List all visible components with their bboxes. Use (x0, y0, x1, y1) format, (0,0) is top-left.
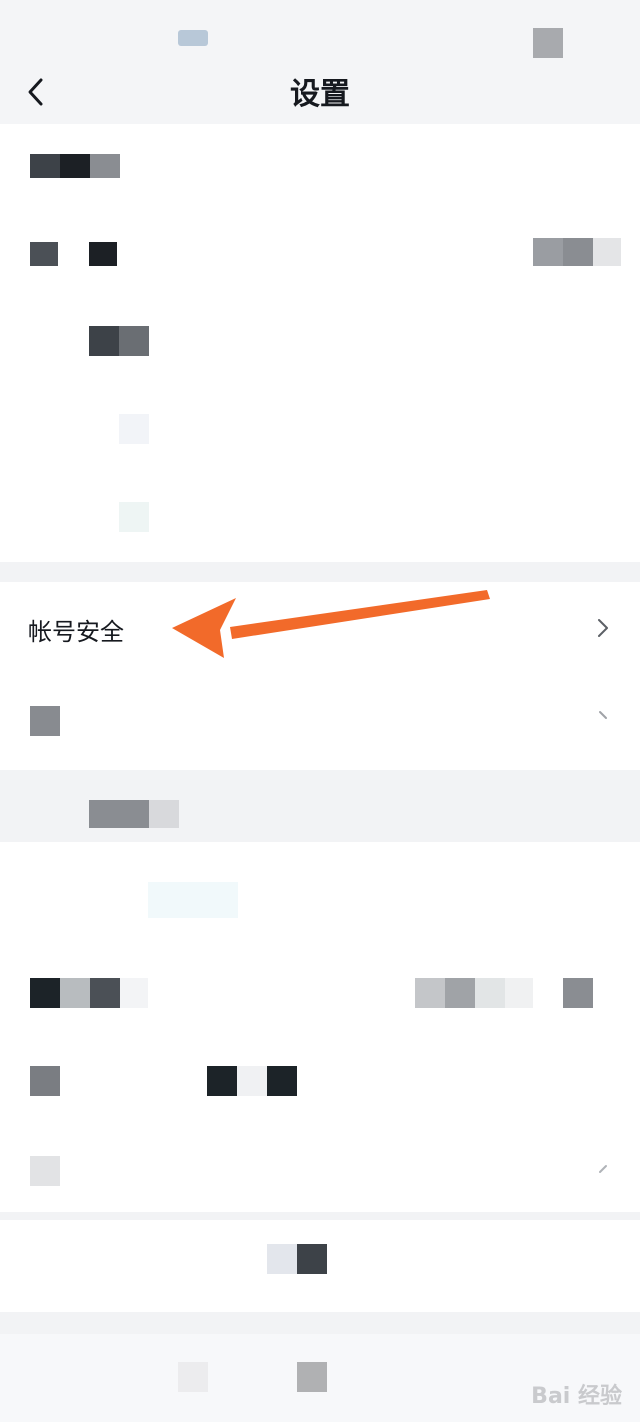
redacted-text (119, 800, 149, 828)
redacted-value (445, 978, 475, 1008)
redacted-text (30, 154, 60, 178)
settings-row-9[interactable] (0, 1036, 640, 1126)
redacted-text (297, 1362, 327, 1392)
settings-group-playback (0, 124, 640, 562)
redacted-text (90, 154, 120, 178)
redacted-text (119, 326, 149, 356)
section-header (0, 770, 640, 842)
redacted-text (267, 1066, 297, 1096)
redacted-text (297, 1244, 327, 1274)
redacted-text (207, 1066, 237, 1096)
redacted-value (593, 238, 621, 266)
redacted-text (30, 706, 60, 736)
chevron-left-icon (28, 78, 43, 106)
settings-row-7[interactable] (0, 842, 640, 946)
redacted-value (505, 978, 533, 1008)
redacted-text (30, 1156, 60, 1186)
redacted-text (119, 414, 149, 444)
status-indicator (533, 28, 563, 58)
redacted-text (90, 978, 120, 1008)
settings-row-3[interactable] (0, 296, 640, 386)
redacted-text (60, 154, 90, 178)
watermark-logo: Bai 经验 (531, 1384, 622, 1409)
chevron-right-icon (599, 1165, 607, 1173)
annotation-arrow (172, 590, 490, 658)
action-row[interactable] (0, 1220, 640, 1312)
nav-bar (0, 62, 640, 124)
redacted-text (30, 978, 60, 1008)
settings-row-6[interactable] (0, 676, 640, 770)
redacted-text (60, 978, 90, 1008)
redacted-value (563, 238, 593, 266)
redacted-value (475, 978, 505, 1008)
redacted-value (415, 978, 445, 1008)
account-security-label: 帐号安全 (28, 618, 124, 646)
settings-row-8[interactable] (0, 946, 640, 1036)
settings-row-4[interactable] (0, 386, 640, 474)
redacted-text (267, 1244, 297, 1274)
redacted-text (89, 326, 119, 356)
redacted-text (119, 502, 149, 532)
redacted-text (148, 882, 238, 918)
settings-row-1[interactable] (0, 124, 640, 210)
redacted-text (149, 800, 179, 828)
redacted-text (89, 242, 117, 266)
redacted-toggle[interactable] (563, 978, 593, 1008)
redacted-text (237, 1066, 267, 1096)
redacted-text (120, 978, 148, 1008)
settings-row-2[interactable] (0, 210, 640, 296)
back-button[interactable] (16, 72, 56, 112)
redacted-text (30, 242, 58, 266)
chevron-right-icon (599, 711, 607, 719)
redacted-value (533, 238, 563, 266)
settings-row-5[interactable] (0, 474, 640, 562)
settings-group-action (0, 1220, 640, 1312)
redacted-text (178, 1362, 208, 1392)
settings-row-10[interactable] (0, 1126, 640, 1212)
redacted-text (89, 800, 119, 828)
chevron-right-icon (598, 619, 608, 637)
settings-group-misc (0, 842, 640, 1212)
status-icon (178, 30, 208, 46)
redacted-text (30, 1066, 60, 1096)
